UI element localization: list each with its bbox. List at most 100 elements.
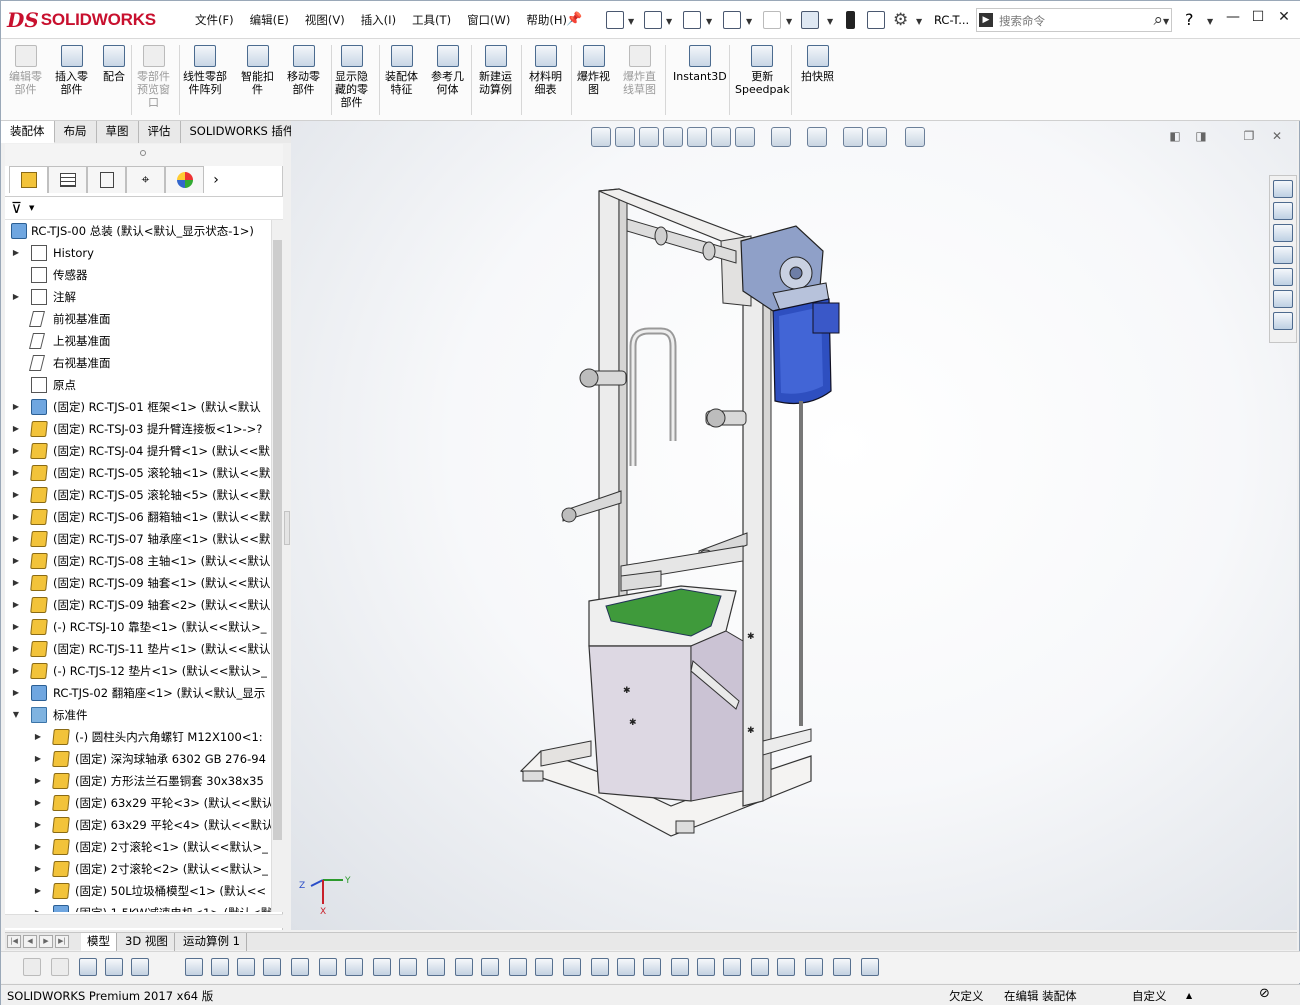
expand-arrow-icon[interactable]: ▶ xyxy=(11,594,21,616)
tree-item[interactable]: ▶ (固定) RC-TJS-01 框架<1> (默认<默认 xyxy=(5,396,271,418)
chevron-down-icon[interactable]: ▼ xyxy=(706,17,712,26)
chevron-right-icon[interactable]: › xyxy=(204,166,228,193)
tree-item[interactable]: ▶ (固定) 63x29 平轮<3> (默认<<默认 xyxy=(5,792,271,814)
tab-2[interactable]: 草图 xyxy=(96,121,139,143)
tree-item[interactable]: ▶ History xyxy=(5,242,271,264)
ribbon-button-5[interactable]: 智能扣 件 xyxy=(241,45,274,96)
toolbar-tool-11-icon[interactable] xyxy=(345,958,363,976)
scrollbar-thumb[interactable] xyxy=(273,240,282,840)
help-icon[interactable]: ? xyxy=(1185,10,1194,29)
tree-item[interactable]: ▶ (固定) RC-TSJ-04 提升臂<1> (默认<<默 xyxy=(5,440,271,462)
feature-manager-tab-icon[interactable] xyxy=(9,166,48,193)
expand-arrow-icon[interactable]: ▶ xyxy=(33,770,43,792)
tree-item[interactable]: ▶ (固定) RC-TJS-06 翻箱轴<1> (默认<<默 xyxy=(5,506,271,528)
view-setting-icon[interactable] xyxy=(735,127,755,147)
tree-item[interactable]: ▶ (固定) 2寸滚轮<1> (默认<<默认>_ xyxy=(5,836,271,858)
tree-item[interactable]: 右视基准面 xyxy=(5,352,271,374)
print-icon[interactable] xyxy=(723,11,741,29)
tree-root[interactable]: RC-TJS-00 总装 (默认<默认_显示状态-1>) xyxy=(5,220,271,242)
chevron-down-icon[interactable]: ▼ xyxy=(1207,17,1213,26)
chevron-down-icon[interactable]: ▼ xyxy=(916,17,922,26)
toolbar-tool-14-icon[interactable] xyxy=(427,958,445,976)
tree-horizontal-scrollbar[interactable] xyxy=(5,914,283,928)
display-style-icon[interactable] xyxy=(771,127,791,147)
tree-item[interactable]: ▶ (固定) RC-TJS-05 滚轮轴<5> (默认<<默 xyxy=(5,484,271,506)
panel-grip[interactable] xyxy=(5,144,283,166)
toolbar-tool-27-icon[interactable] xyxy=(777,958,795,976)
close-viewport-icon[interactable]: ✕ xyxy=(1269,129,1285,145)
menu-item-0[interactable]: 文件(F) xyxy=(187,12,242,28)
edit-appearance-icon[interactable] xyxy=(843,127,863,147)
tree-item[interactable]: 前视基准面 xyxy=(5,308,271,330)
ribbon-button-0[interactable]: 编辑零 部件 xyxy=(9,45,42,96)
toolbar-tool-23-icon[interactable] xyxy=(671,958,689,976)
menu-item-2[interactable]: 视图(V) xyxy=(297,12,353,28)
toolbar-tool-4-icon[interactable] xyxy=(131,958,149,976)
toolbar-tool-28-icon[interactable] xyxy=(805,958,823,976)
graphics-viewport[interactable]: ◧ ◨ ❐ ✕ ✱ ✱ ✱ ✱ xyxy=(291,121,1297,930)
tree-item[interactable]: ▶ (固定) 深沟球轴承 6302 GB 276-94 xyxy=(5,748,271,770)
status-units[interactable]: 自定义 xyxy=(1132,988,1167,1004)
select-cursor-icon[interactable] xyxy=(801,11,819,29)
tree-item[interactable]: ▶ (固定) 方形法兰石墨铜套 30x38x35 xyxy=(5,770,271,792)
ribbon-button-15[interactable]: 更新 Speedpak xyxy=(735,45,790,96)
toolbar-tool-13-icon[interactable] xyxy=(399,958,417,976)
tree-item[interactable]: ▶ (固定) RC-TJS-05 滚轮轴<1> (默认<<默 xyxy=(5,462,271,484)
dimxpert-manager-tab-icon[interactable]: ⌖ xyxy=(126,166,165,193)
ribbon-button-13[interactable]: 爆炸直 线草图 xyxy=(623,45,656,96)
tree-item[interactable]: 原点 xyxy=(5,374,271,396)
appearances-icon[interactable] xyxy=(1273,268,1293,286)
expand-arrow-icon[interactable]: ▶ xyxy=(33,836,43,858)
toolbar-tool-26-icon[interactable] xyxy=(751,958,769,976)
tree-item[interactable]: ▶ (固定) RC-TJS-07 轴承座<1> (默认<<默 xyxy=(5,528,271,550)
toolbar-tool-17-icon[interactable] xyxy=(509,958,527,976)
ribbon-button-4[interactable]: 线性零部 件阵列 xyxy=(183,45,227,96)
expand-arrow-icon[interactable]: ▶ xyxy=(11,396,21,418)
view-monitor-icon[interactable] xyxy=(905,127,925,147)
menu-item-3[interactable]: 插入(I) xyxy=(353,12,404,28)
ribbon-button-16[interactable]: 拍快照 xyxy=(801,45,834,83)
ribbon-button-9[interactable]: 参考几 何体 xyxy=(431,45,464,96)
tab-4[interactable]: SOLIDWORKS 插件 xyxy=(180,121,305,143)
expand-arrow-icon[interactable]: ▶ xyxy=(11,418,21,440)
expand-arrow-icon[interactable]: ▶ xyxy=(11,616,21,638)
tree-item[interactable]: ▶ (固定) 2寸滚轮<2> (默认<<默认>_ xyxy=(5,858,271,880)
restore-viewport-icon[interactable]: ❐ xyxy=(1241,129,1257,145)
tree-item[interactable]: ▶ RC-TJS-02 翻箱座<1> (默认<默认_显示 xyxy=(5,682,271,704)
property-manager-tab-icon[interactable] xyxy=(48,166,87,193)
ribbon-button-2[interactable]: 配合 xyxy=(103,45,125,83)
toolbar-tool-29-icon[interactable] xyxy=(833,958,851,976)
save-icon[interactable] xyxy=(683,11,701,29)
chevron-down-icon[interactable]: ▼ xyxy=(786,17,792,26)
previous-view-icon[interactable] xyxy=(663,127,683,147)
chevron-down-icon[interactable]: ▼ xyxy=(1163,17,1169,26)
expand-arrow-icon[interactable]: ▶ xyxy=(33,814,43,836)
design-library-icon[interactable] xyxy=(1273,202,1293,220)
file-properties-icon[interactable] xyxy=(867,11,885,29)
tree-item[interactable]: ▶ (固定) RC-TJS-09 轴套<1> (默认<<默认 xyxy=(5,572,271,594)
section-view-icon[interactable] xyxy=(687,127,707,147)
tree-item[interactable]: ▶ (固定) RC-TSJ-03 提升臂连接板<1>->? xyxy=(5,418,271,440)
file-explorer-icon[interactable] xyxy=(1273,224,1293,242)
undo-icon[interactable] xyxy=(763,11,781,29)
forum-icon[interactable] xyxy=(1273,312,1293,330)
last-tab-icon[interactable]: ▶| xyxy=(55,935,69,948)
expand-arrow-icon[interactable]: ▶ xyxy=(33,902,43,912)
expand-arrow-icon[interactable]: ▶ xyxy=(33,858,43,880)
toolbar-tool-3-icon[interactable] xyxy=(105,958,123,976)
toolbar-tool-5-icon[interactable] xyxy=(185,958,203,976)
toolbar-tool-7-icon[interactable] xyxy=(237,958,255,976)
home-icon[interactable] xyxy=(1273,180,1293,198)
search-icon[interactable]: ⌕ xyxy=(1153,10,1163,30)
tree-item[interactable]: ▶ (固定) 63x29 平轮<4> (默认<<默认 xyxy=(5,814,271,836)
chevron-down-icon[interactable]: ▼ xyxy=(746,17,752,26)
search-scope-icon[interactable]: ▶ xyxy=(979,13,993,27)
expand-arrow-icon[interactable]: ▶ xyxy=(33,748,43,770)
expand-arrow-icon[interactable]: ▶ xyxy=(11,528,21,550)
toolbar-tool-9-icon[interactable] xyxy=(291,958,309,976)
expand-arrow-icon[interactable]: ▶ xyxy=(33,880,43,902)
tree-item[interactable]: ▼ 标准件 xyxy=(5,704,271,726)
ribbon-button-11[interactable]: 材料明 细表 xyxy=(529,45,562,96)
zoom-to-fit-icon[interactable] xyxy=(615,127,635,147)
chevron-down-icon[interactable]: ▼ xyxy=(666,17,672,26)
